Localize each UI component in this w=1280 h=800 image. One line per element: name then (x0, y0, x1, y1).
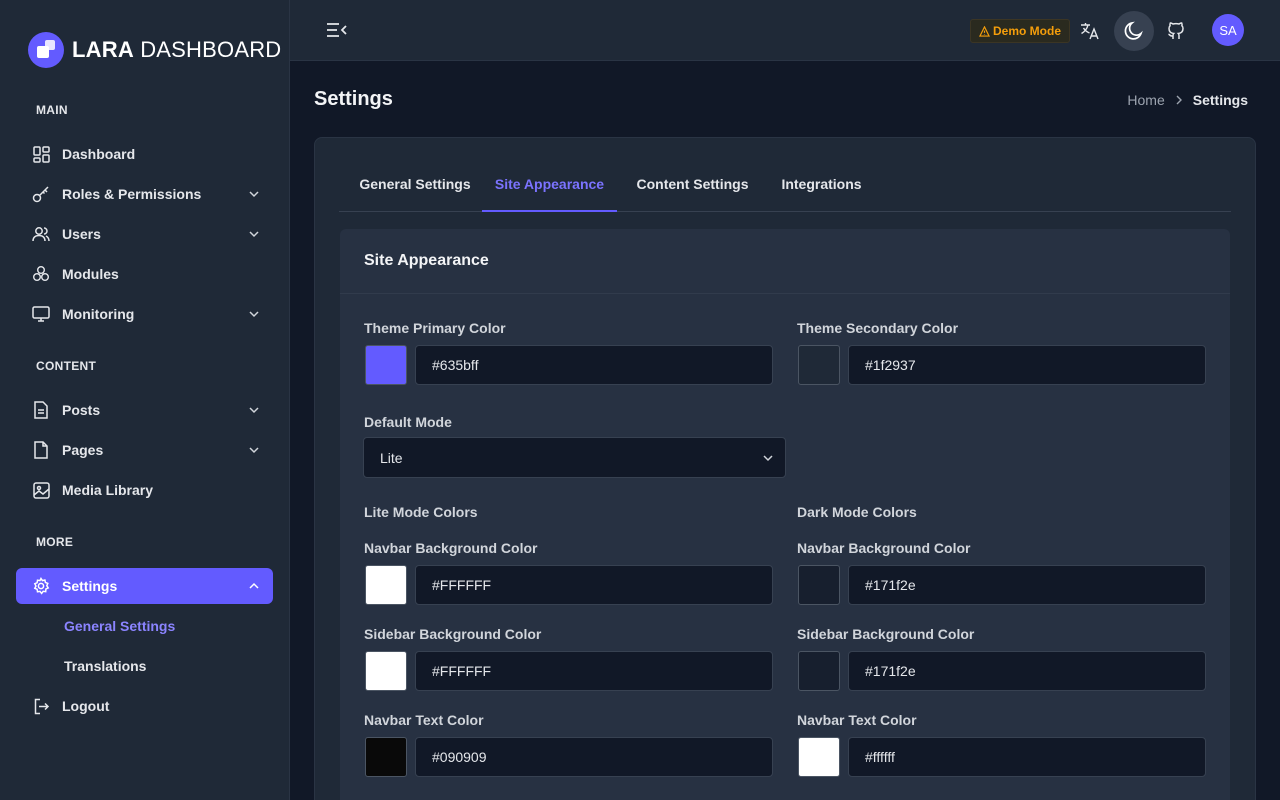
brand-logo[interactable]: LARA DASHBOARD (28, 32, 281, 68)
lite-navbar-text-label: Navbar Text Color (364, 712, 484, 728)
moon-icon (1124, 21, 1143, 40)
primary-color-swatch[interactable] (365, 345, 407, 385)
chevron-down-icon (249, 191, 259, 198)
tab-integrations[interactable]: Integrations (777, 160, 866, 212)
tab-general-settings[interactable]: General Settings (355, 160, 475, 212)
chevron-right-icon (1176, 95, 1182, 105)
sidebar-item-label: Roles & Permissions (62, 186, 202, 202)
sidebar-item-label: Media Library (62, 482, 154, 498)
github-button[interactable] (1156, 11, 1196, 51)
tab-site-appearance[interactable]: Site Appearance (482, 160, 617, 212)
sidebar-item-label: Users (62, 226, 101, 242)
sidebar-item-label: Dashboard (62, 146, 136, 162)
chevron-down-icon (249, 407, 259, 414)
top-navbar: Demo Mode SA (290, 0, 1280, 61)
sidebar-item-posts[interactable]: Posts (16, 392, 273, 428)
lite-sidebar-bg-swatch[interactable] (365, 651, 407, 691)
section-title-more: MORE (36, 535, 74, 549)
dark-sidebar-bg-label: Sidebar Background Color (797, 626, 975, 642)
secondary-color-input[interactable] (848, 345, 1206, 385)
sidebar-subitem-general-settings[interactable]: General Settings (64, 618, 175, 634)
breadcrumb: Home Settings (1127, 92, 1248, 108)
sidebar-item-label: Posts (62, 402, 101, 418)
lite-navbar-bg-input[interactable] (415, 565, 773, 605)
warning-icon (979, 25, 990, 37)
dark-navbar-bg-label: Navbar Background Color (797, 540, 971, 556)
logo-icon (28, 32, 64, 68)
chevron-up-icon (249, 582, 259, 589)
chevron-down-icon (249, 231, 259, 238)
users-icon (32, 225, 50, 243)
lite-navbar-bg-swatch[interactable] (365, 565, 407, 605)
sidebar-item-label: Modules (62, 266, 119, 282)
chevron-down-icon (249, 447, 259, 454)
sidebar-item-label: Monitoring (62, 306, 135, 322)
sidebar-item-label: Logout (62, 698, 110, 714)
sidebar-item-logout[interactable]: Logout (16, 688, 273, 724)
dark-navbar-text-swatch[interactable] (798, 737, 840, 777)
sidebar-subitem-translations[interactable]: Translations (64, 658, 146, 674)
monitor-icon (32, 305, 50, 323)
demo-mode-badge: Demo Mode (970, 19, 1071, 43)
breadcrumb-home[interactable]: Home (1127, 92, 1164, 108)
dark-mode-heading: Dark Mode Colors (797, 504, 917, 520)
image-icon (32, 481, 50, 499)
panel-title: Site Appearance (364, 252, 489, 269)
page-title: Settings (314, 88, 393, 110)
default-mode-value: Lite (380, 449, 403, 466)
lite-navbar-bg-label: Navbar Background Color (364, 540, 538, 556)
section-title-main: MAIN (36, 103, 68, 117)
default-mode-label: Default Mode (364, 414, 452, 430)
chevron-down-icon (763, 455, 773, 462)
lite-navbar-text-swatch[interactable] (365, 737, 407, 777)
page-icon (32, 441, 50, 459)
brand-name: LARA DASHBOARD (72, 37, 282, 62)
github-icon (1168, 22, 1184, 39)
dark-sidebar-bg-input[interactable] (848, 651, 1206, 691)
settings-tabs: General Settings Site Appearance Content… (339, 160, 1231, 212)
dark-navbar-text-input[interactable] (848, 737, 1206, 777)
document-icon (32, 401, 50, 419)
primary-color-input[interactable] (415, 345, 773, 385)
lite-sidebar-bg-input[interactable] (415, 651, 773, 691)
sidebar-item-pages[interactable]: Pages (16, 432, 273, 468)
dark-sidebar-bg-swatch[interactable] (798, 651, 840, 691)
dark-mode-toggle[interactable] (1114, 11, 1154, 51)
gear-icon (32, 577, 50, 595)
lite-mode-heading: Lite Mode Colors (364, 504, 478, 520)
default-mode-select[interactable]: Lite (363, 437, 786, 478)
sidebar-item-users[interactable]: Users (16, 216, 273, 252)
dark-navbar-text-label: Navbar Text Color (797, 712, 917, 728)
key-icon (32, 185, 50, 203)
sidebar-item-media-library[interactable]: Media Library (16, 472, 273, 508)
user-avatar[interactable]: SA (1212, 14, 1244, 46)
secondary-color-label: Theme Secondary Color (797, 320, 959, 336)
logout-icon (32, 697, 50, 715)
secondary-color-swatch[interactable] (798, 345, 840, 385)
primary-color-label: Theme Primary Color (364, 320, 506, 336)
sidebar-item-modules[interactable]: Modules (16, 256, 273, 292)
tab-content-settings[interactable]: Content Settings (635, 160, 750, 212)
translate-icon (1081, 23, 1099, 40)
menu-collapse-icon[interactable] (326, 20, 348, 40)
sidebar-item-settings[interactable]: Settings (16, 568, 273, 604)
sidebar-item-roles[interactable]: Roles & Permissions (16, 176, 273, 212)
dark-navbar-bg-input[interactable] (848, 565, 1206, 605)
chevron-down-icon (249, 311, 259, 318)
sidebar: LARA DASHBOARD MAIN Dashboard Roles & Pe… (0, 0, 290, 800)
dashboard-icon (32, 145, 50, 163)
modules-icon (32, 265, 50, 283)
sidebar-item-label: Settings (62, 578, 118, 594)
translate-button[interactable] (1070, 11, 1110, 51)
dark-navbar-bg-swatch[interactable] (798, 565, 840, 605)
sidebar-item-monitoring[interactable]: Monitoring (16, 296, 273, 332)
breadcrumb-current: Settings (1192, 92, 1248, 108)
sidebar-item-dashboard[interactable]: Dashboard (16, 136, 273, 172)
lite-sidebar-bg-label: Sidebar Background Color (364, 626, 542, 642)
section-title-content: CONTENT (36, 359, 97, 373)
demo-mode-text: Demo Mode (993, 24, 1062, 38)
lite-navbar-text-input[interactable] (415, 737, 773, 777)
sidebar-item-label: Pages (62, 442, 104, 458)
